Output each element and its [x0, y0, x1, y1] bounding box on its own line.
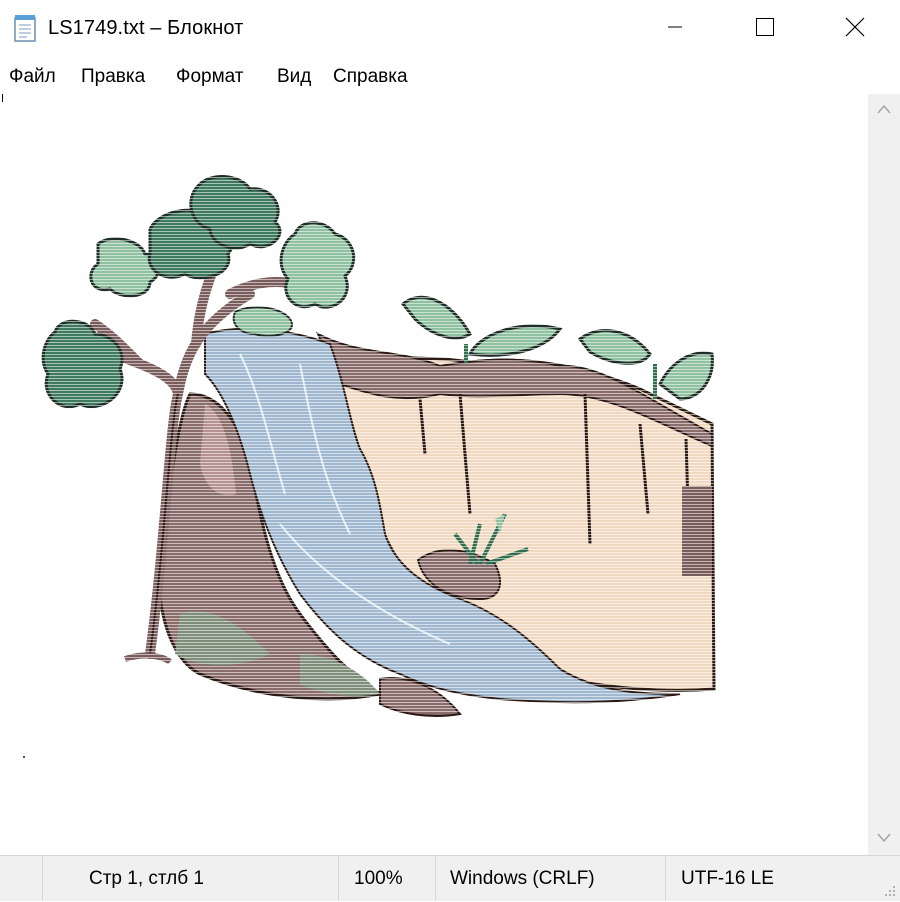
chevron-up-icon [877, 101, 891, 119]
menu-file[interactable]: Файл [9, 66, 56, 88]
status-divider [42, 856, 43, 901]
close-button[interactable] [810, 0, 900, 58]
vertical-scrollbar[interactable] [868, 94, 900, 855]
notepad-icon [13, 14, 39, 42]
waterfall-ascii-art-icon [23, 174, 730, 758]
encoding: UTF-16 LE [681, 867, 774, 889]
scroll-up-button[interactable] [868, 94, 900, 126]
status-divider [665, 856, 666, 901]
status-divider [435, 856, 436, 901]
cursor-position: Стр 1, стлб 1 [89, 867, 204, 889]
window-title: LS1749.txt – Блокнот [48, 17, 244, 39]
line-ending: Windows (CRLF) [450, 867, 595, 889]
notepad-window: LS1749.txt – Блокнот Файл Правка Формат … [0, 0, 900, 901]
menu-edit[interactable]: Правка [81, 66, 145, 88]
menu-format[interactable]: Формат [176, 66, 244, 88]
maximize-button[interactable] [720, 0, 810, 58]
status-bar: Стр 1, стлб 1 100% Windows (CRLF) UTF-16… [0, 855, 900, 901]
menu-help[interactable]: Справка [333, 66, 408, 88]
minimize-icon [667, 19, 683, 40]
close-icon [845, 17, 865, 42]
minimize-button[interactable] [630, 0, 720, 58]
maximize-icon [756, 17, 774, 41]
scroll-down-button[interactable] [868, 823, 900, 855]
zoom-level: 100% [354, 867, 403, 889]
status-divider [338, 856, 339, 901]
menu-bar: Файл Правка Формат Вид Справка [0, 58, 900, 94]
menu-view[interactable]: Вид [277, 66, 311, 88]
text-editor[interactable] [0, 94, 868, 855]
chevron-down-icon [877, 830, 891, 848]
title-bar: LS1749.txt – Блокнот [0, 0, 900, 58]
resize-grip-icon[interactable] [882, 883, 896, 897]
